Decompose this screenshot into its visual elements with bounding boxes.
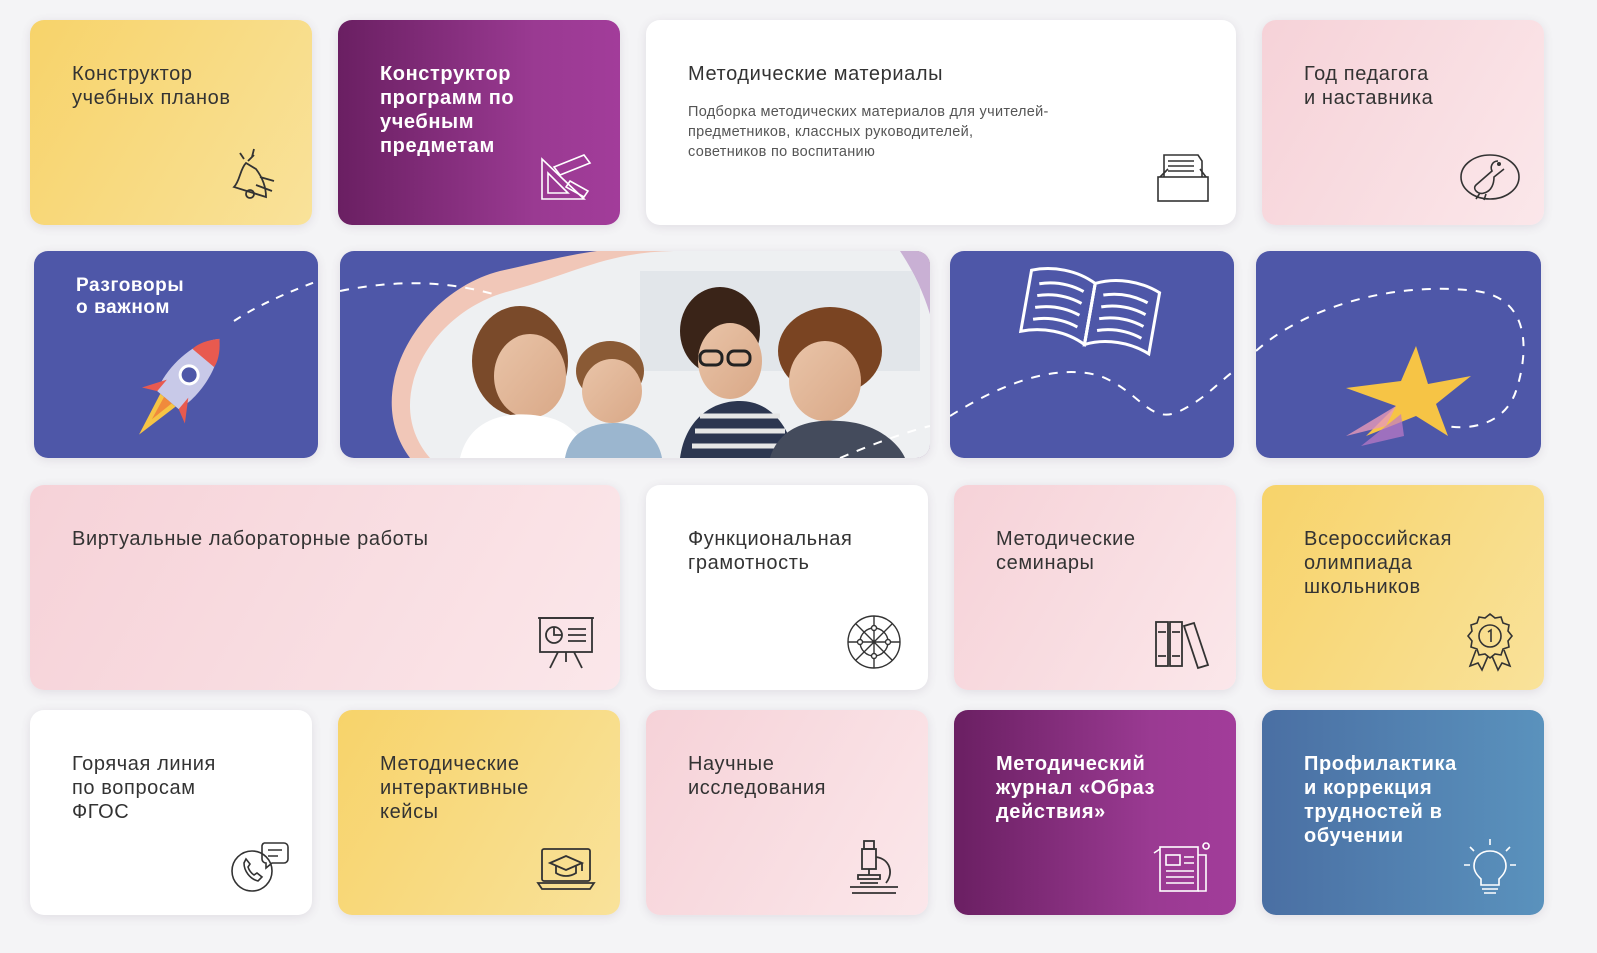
- network-sphere-icon: [842, 612, 906, 672]
- card-olympiad[interactable]: Всероссийская олимпиада школьников: [1262, 485, 1544, 690]
- file-tray-icon: [1150, 147, 1214, 207]
- card-title: Год педагога и наставника: [1304, 63, 1434, 109]
- pelican-icon: [1458, 147, 1522, 207]
- card-functional-literacy[interactable]: Функциональная грамотность: [646, 485, 928, 690]
- presentation-board-icon: [534, 612, 598, 672]
- card-important-talks[interactable]: Разговоры о важном: [34, 251, 318, 458]
- card-title: Функциональная грамотность: [688, 528, 853, 574]
- card-title: Конструктор программ по учебным предмета…: [380, 63, 515, 157]
- medal-icon: [1458, 612, 1522, 672]
- card-title: Методические семинары: [996, 528, 1136, 574]
- lightbulb-icon: [1458, 837, 1522, 897]
- card-title: Методические интерактивные кейсы: [380, 753, 529, 823]
- books-icon: [1150, 612, 1214, 672]
- star-icon: [1256, 287, 1525, 446]
- card-fgos-hotline[interactable]: Горячая линия по вопросам ФГОС: [30, 710, 312, 915]
- card-title: Горячая линия по вопросам ФГОС: [72, 753, 216, 823]
- card-virtual-labs[interactable]: Виртуальные лабораторные работы: [30, 485, 620, 690]
- card-book-illustration[interactable]: [950, 251, 1234, 458]
- rocket-icon: [139, 280, 318, 435]
- card-prevention[interactable]: Профилактика и коррекция трудностей в об…: [1262, 710, 1544, 915]
- card-title: Конструктор учебных планов: [72, 63, 231, 109]
- phone-chat-icon: [226, 837, 290, 897]
- card-description: Подборка методических материалов для учи…: [688, 104, 1049, 160]
- journal-icon: [1150, 837, 1214, 897]
- card-title: Методический журнал «Образ действия»: [996, 753, 1156, 823]
- card-title: Профилактика и коррекция трудностей в об…: [1304, 753, 1457, 847]
- card-star-illustration[interactable]: [1256, 251, 1541, 458]
- card-title: Методические материалы: [688, 63, 944, 85]
- card-curriculum-builder[interactable]: Конструктор учебных планов: [30, 20, 312, 225]
- card-teacher-year[interactable]: Год педагога и наставника: [1262, 20, 1544, 225]
- microscope-icon: [842, 837, 906, 897]
- open-book-icon: [950, 267, 1234, 417]
- card-title: Виртуальные лабораторные работы: [72, 528, 429, 550]
- card-methodical-seminars[interactable]: Методические семинары: [954, 485, 1236, 690]
- drafting-tools-icon: [534, 147, 598, 207]
- page: Конструктор учебных планов Конструктор п…: [0, 0, 1597, 953]
- card-title: Всероссийская олимпиада школьников: [1304, 528, 1452, 598]
- card-program-builder[interactable]: Конструктор программ по учебным предмета…: [338, 20, 620, 225]
- card-interactive-cases[interactable]: Методические интерактивные кейсы: [338, 710, 620, 915]
- card-methodical-materials[interactable]: Методические материалы Подборка методиче…: [646, 20, 1236, 225]
- bell-icon: [226, 147, 290, 207]
- card-research[interactable]: Научные исследования: [646, 710, 928, 915]
- card-journal[interactable]: Методический журнал «Образ действия»: [954, 710, 1236, 915]
- hero-photo: [340, 251, 930, 458]
- laptop-graduation-icon: [534, 837, 598, 897]
- card-title: Научные исследования: [688, 753, 827, 799]
